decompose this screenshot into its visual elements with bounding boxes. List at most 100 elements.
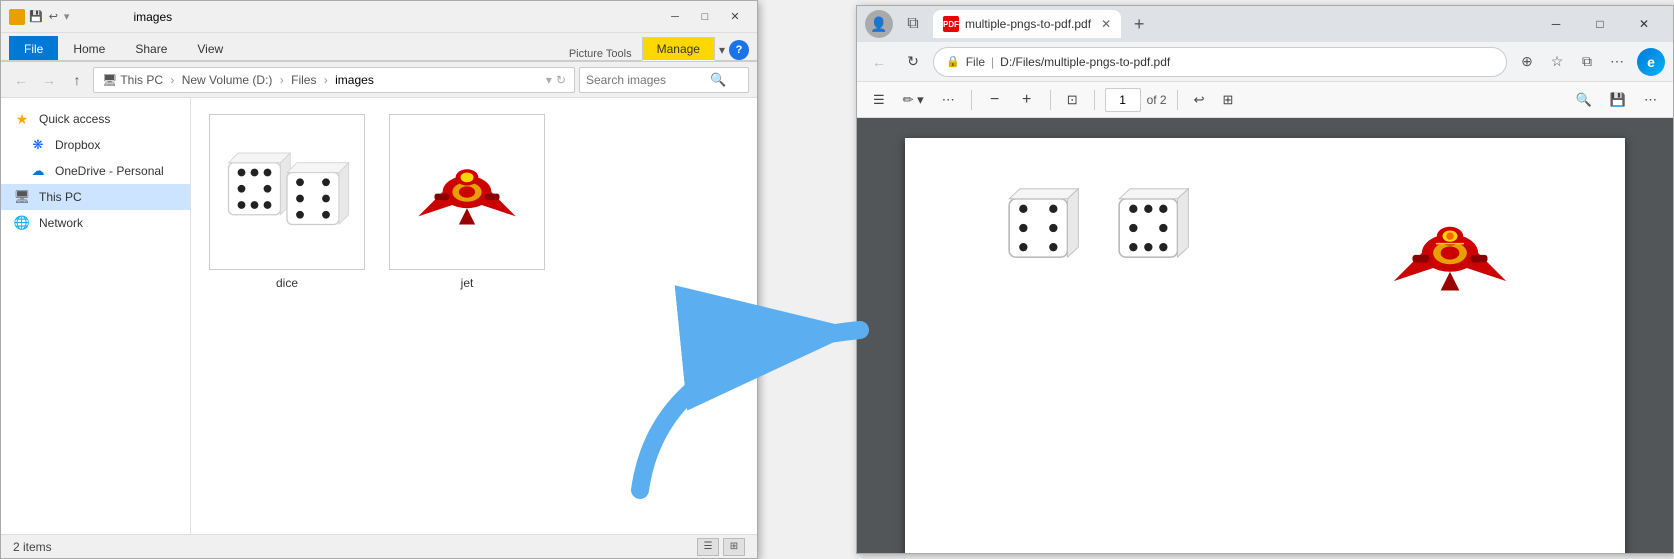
tab-share[interactable]: Share bbox=[120, 36, 182, 60]
address-dropdown[interactable]: ▾ bbox=[546, 73, 552, 87]
quick-access-save: 💾 bbox=[29, 10, 43, 23]
title-bar-left: 💾 ↩ ▾ images bbox=[9, 9, 172, 25]
address-separator: | bbox=[991, 55, 994, 69]
browser-tab-bar: PDF multiple-pngs-to-pdf.pdf ✕ + bbox=[933, 10, 1529, 38]
sidebar-label-onedrive: OneDrive - Personal bbox=[55, 164, 164, 178]
browser-refresh-button[interactable]: ↻ bbox=[899, 48, 927, 76]
pc-icon: 🖥 bbox=[13, 189, 31, 205]
sidebar-item-onedrive[interactable]: ☁ OneDrive - Personal bbox=[1, 158, 190, 184]
list-item[interactable]: jet bbox=[387, 114, 547, 290]
tab-home[interactable]: Home bbox=[58, 36, 120, 60]
quick-access-more: ▾ bbox=[64, 10, 70, 23]
pdf-list-view-button[interactable]: ☰ bbox=[867, 86, 891, 114]
explorer-title-bar: 💾 ↩ ▾ images ─ □ ✕ bbox=[1, 1, 757, 33]
breadcrumb-drive: New Volume (D:) bbox=[182, 73, 273, 87]
profile-avatar: 👤 bbox=[870, 16, 887, 33]
search-icon: 🔍 bbox=[710, 72, 726, 88]
workspaces-icon[interactable]: ⧉ bbox=[899, 10, 927, 38]
view-large-icons-button[interactable]: ⊞ bbox=[723, 538, 745, 556]
pdf-draw-button[interactable]: ✏ ▾ bbox=[897, 86, 930, 114]
pdf-dice-group: cx="22" bbox=[1005, 178, 1215, 278]
browser-minimize-button[interactable]: ─ bbox=[1535, 6, 1577, 42]
up-button[interactable]: ↑ bbox=[65, 68, 89, 92]
search-input[interactable] bbox=[586, 73, 706, 87]
new-tab-button[interactable]: + bbox=[1125, 10, 1153, 38]
file-name-jet: jet bbox=[461, 276, 474, 290]
pdf-save-button[interactable]: 💾 bbox=[1604, 86, 1632, 114]
pdf-more-button[interactable]: ⋯ bbox=[936, 86, 961, 114]
quick-access-undo: ↩ bbox=[49, 10, 58, 23]
help-button[interactable]: ? bbox=[729, 40, 749, 60]
sidebar-label-network: Network bbox=[39, 216, 83, 230]
pdf-zoom-out-button[interactable]: − bbox=[982, 87, 1008, 113]
browser-window-controls: ─ □ ✕ bbox=[1535, 6, 1665, 42]
collapse-ribbon-icon[interactable]: ▾ bbox=[719, 43, 725, 57]
maximize-button[interactable]: □ bbox=[691, 6, 719, 28]
address-bar: ← → ↑ 🖥 This PC › New Volume (D:) › File… bbox=[1, 62, 757, 98]
pdf-separator-2 bbox=[1050, 90, 1051, 110]
pdf-fit-page-button[interactable]: ⊡ bbox=[1061, 86, 1084, 114]
tab-view[interactable]: View bbox=[182, 36, 238, 60]
more-button[interactable]: ⋯ bbox=[1603, 48, 1631, 76]
profile-icon[interactable]: 👤 bbox=[865, 10, 893, 38]
status-view-icons: ☰ ⊞ bbox=[697, 538, 745, 556]
sidebar-label-this-pc: This PC bbox=[39, 190, 82, 204]
main-area: ★ Quick access ❋ Dropbox ☁ OneDrive - Pe… bbox=[1, 98, 757, 534]
browser-address-actions: ⊕ ☆ ⧉ ⋯ bbox=[1513, 48, 1631, 76]
view-details-button[interactable]: ☰ bbox=[697, 538, 719, 556]
sidebar-item-network[interactable]: 🌐 Network bbox=[1, 210, 190, 236]
favorites-button[interactable]: ☆ bbox=[1543, 48, 1571, 76]
close-button[interactable]: ✕ bbox=[721, 6, 749, 28]
browser-title-bar: 👤 ⧉ PDF multiple-pngs-to-pdf.pdf ✕ + ─ □… bbox=[857, 6, 1673, 42]
minimize-button[interactable]: ─ bbox=[661, 6, 689, 28]
search-box[interactable]: 🔍 bbox=[579, 67, 749, 93]
forward-button[interactable]: → bbox=[37, 68, 61, 92]
pdf-viewer: cx="22" bbox=[857, 118, 1673, 553]
pdf-fit-width-button[interactable]: ⊞ bbox=[1217, 86, 1240, 114]
pdf-zoom-in-button[interactable]: + bbox=[1014, 87, 1040, 113]
title-bar-controls: ─ □ ✕ bbox=[661, 6, 749, 28]
status-bar: 2 items ☰ ⊞ bbox=[1, 534, 757, 558]
address-protocol: File bbox=[966, 55, 985, 69]
pdf-search-button[interactable]: 🔍 bbox=[1570, 86, 1598, 114]
pdf-page-total: of 2 bbox=[1147, 93, 1167, 107]
browser-tab[interactable]: PDF multiple-pngs-to-pdf.pdf ✕ bbox=[933, 10, 1121, 38]
splitscreen-button[interactable]: ⧉ bbox=[1573, 48, 1601, 76]
sidebar-item-dropbox[interactable]: ❋ Dropbox bbox=[1, 132, 190, 158]
breadcrumb-files: Files bbox=[291, 73, 316, 87]
tab-close-button[interactable]: ✕ bbox=[1101, 17, 1111, 31]
breadcrumb: 🖥 This PC › New Volume (D:) › Files › im… bbox=[102, 73, 374, 87]
star-icon: ★ bbox=[13, 111, 31, 127]
pdf-prev-page-button[interactable]: ↩ bbox=[1188, 86, 1211, 114]
explorer-title: images bbox=[133, 10, 172, 24]
file-name-dice: dice bbox=[276, 276, 298, 290]
browser-toolbar: ← ↻ 🔒 File | D:/Files/multiple-pngs-to-p… bbox=[857, 42, 1673, 82]
cloud-icon: ☁ bbox=[29, 163, 47, 179]
tab-file[interactable]: File bbox=[9, 36, 58, 60]
sidebar-item-quick-access[interactable]: ★ Quick access bbox=[1, 106, 190, 132]
status-items: 2 items bbox=[13, 540, 52, 554]
tab-picture-tools-group-label: Picture Tools bbox=[559, 48, 642, 60]
pdf-more2-button[interactable]: ⋯ bbox=[1638, 86, 1663, 114]
pdf-page-input[interactable] bbox=[1105, 88, 1141, 112]
zoom-button[interactable]: ⊕ bbox=[1513, 48, 1541, 76]
browser-close-button[interactable]: ✕ bbox=[1623, 6, 1665, 42]
browser-back-button[interactable]: ← bbox=[865, 48, 893, 76]
file-grid: dice bbox=[207, 114, 741, 290]
address-path[interactable]: 🖥 This PC › New Volume (D:) › Files › im… bbox=[93, 67, 575, 93]
browser-address-bar[interactable]: 🔒 File | D:/Files/multiple-pngs-to-pdf.p… bbox=[933, 47, 1507, 77]
back-button[interactable]: ← bbox=[9, 68, 33, 92]
tab-manage[interactable]: Manage bbox=[642, 37, 715, 61]
folder-icon bbox=[9, 9, 25, 25]
edge-icon: e bbox=[1637, 48, 1665, 76]
file-thumbnail-dice bbox=[209, 114, 365, 270]
address-url: D:/Files/multiple-pngs-to-pdf.pdf bbox=[1000, 55, 1170, 69]
sidebar: ★ Quick access ❋ Dropbox ☁ OneDrive - Pe… bbox=[1, 98, 191, 534]
pdf-jet-svg bbox=[1375, 178, 1525, 328]
sidebar-item-this-pc[interactable]: 🖥 This PC bbox=[1, 184, 190, 210]
pdf-page: cx="22" bbox=[905, 138, 1625, 553]
browser-maximize-button[interactable]: □ bbox=[1579, 6, 1621, 42]
list-item[interactable]: dice bbox=[207, 114, 367, 290]
address-refresh[interactable]: ↻ bbox=[556, 73, 566, 87]
breadcrumb-current: images bbox=[335, 73, 374, 87]
